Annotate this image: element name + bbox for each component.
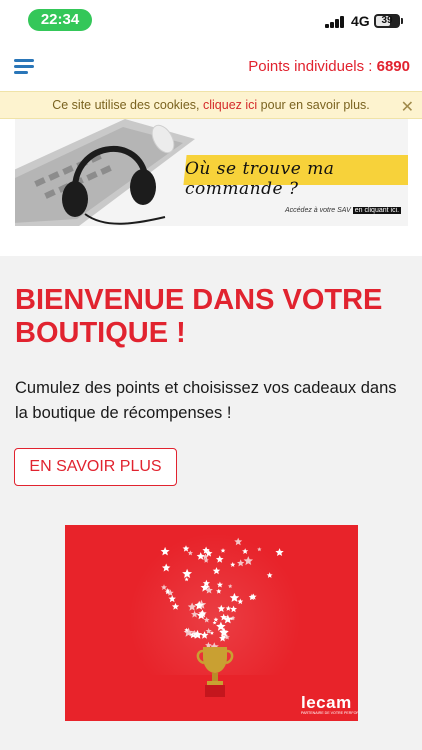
- battery-level: 39: [381, 15, 393, 26]
- laptop-headphones-image: [15, 119, 195, 226]
- page-title: BIENVENUE DANS VOTRE BOUTIQUE !: [15, 284, 383, 349]
- logo-word: lecam: [301, 693, 352, 712]
- cookie-link[interactable]: cliquez ici: [203, 98, 257, 112]
- lecam-logo: lecam PARTENAIRE DE VOTRE PERFORMANCE: [301, 693, 358, 717]
- banner-headline: Où se trouve ma commande ?: [185, 159, 335, 199]
- cookie-message: Ce site utilise des cookies, cliquez ici…: [0, 98, 422, 112]
- learn-more-button[interactable]: EN SAVOIR PLUS: [14, 448, 177, 486]
- battery-tip: [401, 18, 403, 24]
- rewards-hero-image: lecam PARTENAIRE DE VOTRE PERFORMANCE: [65, 525, 358, 721]
- battery-icon: 39: [374, 14, 400, 28]
- intro-text: Cumulez des points et choisissez vos cad…: [15, 379, 397, 422]
- hamburger-menu-icon[interactable]: [14, 56, 36, 76]
- banner-cta-text: Accédez à votre SAV: [285, 207, 351, 214]
- points-balance: Points individuels : 6890: [248, 58, 410, 75]
- cookie-text-before: Ce site utilise des cookies,: [52, 98, 200, 112]
- banner-cta: Accédez à votre SAV en cliquant ici.: [285, 207, 402, 214]
- app-header: Points individuels : 6890: [0, 44, 422, 90]
- status-bar: 22:34 4G 39: [0, 0, 422, 40]
- points-value: 6890: [376, 58, 410, 75]
- order-tracking-banner[interactable]: Où se trouve ma commande ? Accédez à vot…: [15, 119, 408, 226]
- main-content: BIENVENUE DANS VOTRE BOUTIQUE ! Cumulez …: [0, 256, 422, 750]
- cookie-text-after: pour en savoir plus.: [260, 98, 370, 112]
- cellular-signal-icon: [325, 16, 345, 28]
- banner-cta-link[interactable]: en cliquant ici.: [352, 207, 402, 214]
- logo-tagline: PARTENAIRE DE VOTRE PERFORMANCE: [301, 711, 358, 715]
- cookie-banner: Ce site utilise des cookies, cliquez ici…: [0, 91, 422, 119]
- trophy-icon: [196, 647, 234, 697]
- points-label: Points individuels :: [248, 58, 373, 75]
- network-type: 4G: [351, 13, 370, 29]
- close-icon[interactable]: ✕: [401, 97, 414, 117]
- status-time[interactable]: 22:34: [28, 9, 92, 31]
